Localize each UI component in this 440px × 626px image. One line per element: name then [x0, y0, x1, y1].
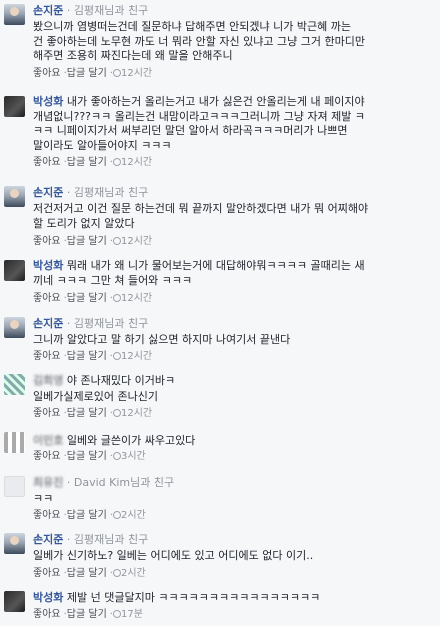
comment-text: 봤으니까 염병떠는건데 질문하냐 답해주면 안되겠냐 니가 박근혜 까는 건 좋… — [33, 20, 365, 62]
comment-inline-text: 일베와 글쓴이가 싸우고있다 — [66, 434, 196, 447]
comment-header: 손지준 · 김평재님과 친구 — [33, 4, 148, 17]
avatar[interactable] — [4, 476, 25, 497]
like-button[interactable]: 좋아요 — [33, 568, 61, 579]
commenter-name[interactable]: 이민호 — [33, 434, 63, 447]
comment-text: ㅋㅋ — [33, 492, 54, 505]
comment-header: 손지준 · 김평재님과 친구 — [33, 533, 148, 546]
comment-text: 저건저거고 이건 질문 하는건데 뭐 끝까지 말안하겠다면 내가 뭐 어찌해야 … — [33, 202, 369, 230]
comment-actions: 좋아요 ·답글 달기 · 2시간 — [33, 510, 146, 521]
commenter-name[interactable]: 최유진 — [33, 476, 63, 489]
clock-icon — [112, 158, 121, 166]
avatar[interactable] — [4, 186, 25, 207]
commenter-name[interactable]: 손지준 — [33, 4, 63, 17]
comment-actions: 좋아요 ·답글 달기 · 17분 — [33, 609, 143, 620]
friend-info: · 김평재님과 친구 — [66, 186, 149, 199]
commenter-name[interactable]: 박성화 — [33, 95, 63, 108]
avatar[interactable] — [4, 4, 25, 25]
reply-button[interactable]: 답글 달기 — [67, 157, 107, 168]
comment-actions: 좋아요 ·답글 달기 · 3시간 — [33, 451, 146, 462]
comment-header: 손지준 · 김평재님과 친구 — [33, 317, 148, 330]
comment-actions: 좋아요 ·답글 달기 · 12시간 — [33, 351, 153, 362]
comment-inline-text: 제발 넌 댓글달지마 ㅋㅋㅋㅋㅋㅋㅋㅋㅋㅋㅋㅋㅋㅋㅋㅋ — [66, 591, 321, 604]
comment-header: 최유진 · David Kim님과 친구 — [33, 476, 174, 489]
avatar[interactable] — [4, 432, 25, 453]
friend-info: · 김평재님과 친구 — [66, 533, 149, 546]
clock-icon — [112, 610, 121, 618]
comment-header: 박성화 제발 넌 댓글달지마 ㅋㅋㅋㅋㅋㅋㅋㅋㅋㅋㅋㅋㅋㅋㅋㅋ — [33, 591, 320, 604]
friend-info: · 김평재님과 친구 — [66, 317, 149, 330]
timestamp[interactable]: 12시간 — [121, 408, 152, 419]
reply-button[interactable]: 답글 달기 — [67, 451, 107, 462]
clock-icon — [112, 569, 121, 577]
timestamp[interactable]: 3시간 — [121, 451, 146, 462]
clock-icon — [112, 69, 121, 77]
comment-actions: 좋아요 ·답글 달기 · 2시간 — [33, 568, 146, 579]
reply-button[interactable]: 답글 달기 — [67, 293, 107, 304]
timestamp[interactable]: 2시간 — [121, 510, 146, 521]
like-button[interactable]: 좋아요 — [33, 351, 61, 362]
like-button[interactable]: 좋아요 — [33, 451, 61, 462]
commenter-name[interactable]: 손지준 — [33, 186, 63, 199]
comment-actions: 좋아요 ·답글 달기 · 12시간 — [33, 68, 153, 79]
like-button[interactable]: 좋아요 — [33, 68, 61, 79]
timestamp[interactable]: 12시간 — [121, 293, 152, 304]
commenter-name[interactable]: 박성화 — [33, 259, 63, 272]
comment-text: 박성화 내가 좋아하는거 올리는거고 내가 싫은건 안올리는게 내 페이지야 개… — [33, 95, 365, 152]
timestamp[interactable]: 12시간 — [121, 157, 152, 168]
timestamp[interactable]: 17분 — [121, 609, 143, 620]
comment-actions: 좋아요 ·답글 달기 · 12시간 — [33, 236, 153, 247]
avatar[interactable] — [4, 374, 25, 395]
comment-text: 그니까 알았다고 말 하기 싫으면 하지마 나여기서 끝낸다 — [33, 333, 291, 346]
comment-actions: 좋아요 ·답글 달기 · 12시간 — [33, 157, 153, 168]
reply-button[interactable]: 답글 달기 — [67, 568, 107, 579]
like-button[interactable]: 좋아요 — [33, 510, 61, 521]
like-button[interactable]: 좋아요 — [33, 408, 61, 419]
like-button[interactable]: 좋아요 — [33, 293, 61, 304]
clock-icon — [112, 511, 121, 519]
comment-text: 일베가 신기하노? 일베는 어디에도 있고 어디에도 없다 이기.. — [33, 549, 314, 562]
comment-header: 김희영 야 존나재밌다 이거바ㅋ — [33, 374, 175, 387]
commenter-name[interactable]: 박성화 — [33, 591, 63, 604]
timestamp[interactable]: 2시간 — [121, 568, 146, 579]
comment-actions: 좋아요 ·답글 달기 · 12시간 — [33, 293, 153, 304]
commenter-name[interactable]: 손지준 — [33, 533, 63, 546]
reply-button[interactable]: 답글 달기 — [67, 510, 107, 521]
commenter-name[interactable]: 김희영 — [33, 374, 63, 387]
comment-text: 박성화 뭐래 내가 왜 니가 물어보는거에 대답해야뭐ㅋㅋㅋㅋ 골때리는 새 끼… — [33, 259, 365, 287]
reply-button[interactable]: 답글 달기 — [67, 609, 107, 620]
avatar[interactable] — [4, 317, 25, 338]
timestamp[interactable]: 12시간 — [121, 351, 152, 362]
comment-header: 손지준 · 김평재님과 친구 — [33, 186, 148, 199]
comment-text: 일베가실제로있어 존나신기 — [33, 390, 158, 403]
like-button[interactable]: 좋아요 — [33, 157, 61, 168]
like-button[interactable]: 좋아요 — [33, 236, 61, 247]
comment-inline-text: 야 존나재밌다 이거바ㅋ — [66, 374, 176, 387]
clock-icon — [112, 294, 121, 302]
avatar[interactable] — [4, 591, 25, 612]
friend-info: · David Kim님과 친구 — [66, 476, 175, 489]
reply-button[interactable]: 답글 달기 — [67, 236, 107, 247]
friend-info: · 김평재님과 친구 — [66, 4, 149, 17]
reply-button[interactable]: 답글 달기 — [67, 351, 107, 362]
timestamp[interactable]: 12시간 — [121, 236, 152, 247]
clock-icon — [112, 409, 121, 417]
avatar[interactable] — [4, 260, 25, 281]
clock-icon — [112, 452, 121, 460]
clock-icon — [112, 237, 121, 245]
reply-button[interactable]: 답글 달기 — [67, 68, 107, 79]
avatar[interactable] — [4, 533, 25, 554]
like-button[interactable]: 좋아요 — [33, 609, 61, 620]
timestamp[interactable]: 12시간 — [121, 68, 152, 79]
comment-actions: 좋아요 ·답글 달기 · 12시간 — [33, 408, 153, 419]
commenter-name[interactable]: 손지준 — [33, 317, 63, 330]
clock-icon — [112, 352, 121, 360]
comment-header: 이민호 일베와 글쓴이가 싸우고있다 — [33, 434, 195, 447]
avatar[interactable] — [4, 96, 25, 117]
reply-button[interactable]: 답글 달기 — [67, 408, 107, 419]
